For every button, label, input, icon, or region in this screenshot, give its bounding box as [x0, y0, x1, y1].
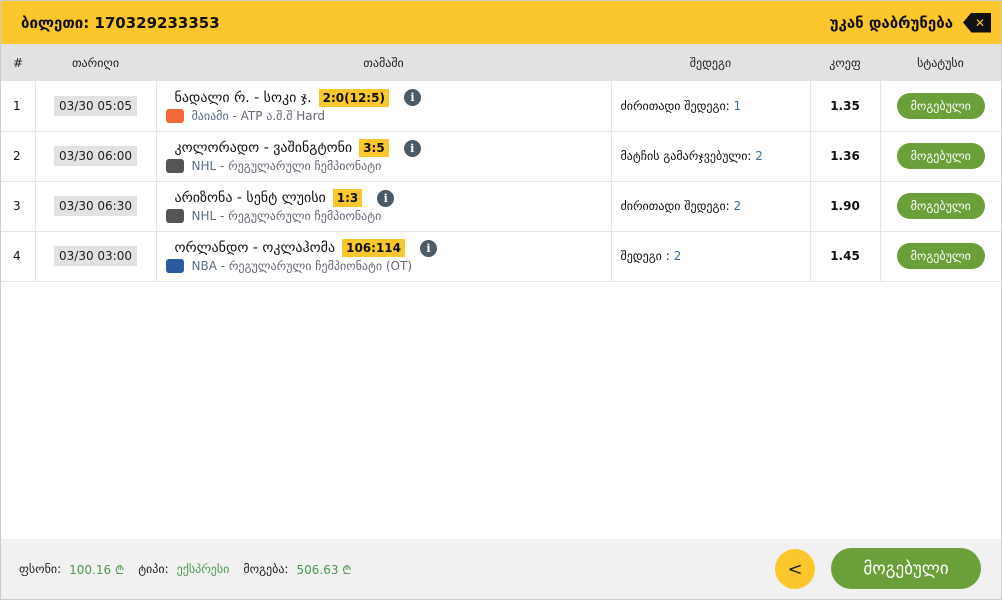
match-name: ნადალი რ. - სოკი ჯ. [174, 89, 312, 106]
info-icon[interactable]: i [403, 139, 421, 157]
outcome-label: შედეგი : [620, 249, 674, 263]
outcome-value: 2 [673, 249, 682, 263]
odds-value: 1.90 [810, 181, 881, 232]
stake-value: 100.16 ₾ [69, 562, 125, 577]
status-badge[interactable]: მოგებული [896, 243, 985, 269]
league-detail: - ATP ა.შ.შ Hard [228, 108, 325, 123]
backspace-close-icon: ✕ [963, 12, 991, 33]
league-detail: - რეგულარული ჩემპიონატი [216, 209, 382, 223]
league-logo-icon [165, 159, 184, 173]
row-number: 2 [1, 131, 36, 182]
league-name: მაიამი [191, 108, 229, 123]
type-label: ტიპი: [138, 562, 169, 576]
league-logo-icon [165, 209, 184, 223]
col-outcome: შედეგი [689, 55, 732, 70]
league-detail: - რეგულარული ჩემპიონატი [216, 159, 382, 173]
row-number: 3 [1, 181, 36, 232]
col-date: თარიღი [71, 55, 120, 70]
outcome-value: 1 [733, 98, 742, 113]
outcome-label: ძირითადი შედეგი: [620, 199, 734, 213]
back-label: უკან დაბრუნება [829, 13, 953, 32]
date-badge: 03/30 06:00 [54, 146, 137, 166]
odds-value: 1.35 [810, 81, 881, 132]
date-badge: 03/30 06:30 [54, 196, 137, 216]
table-row: 1 03/30 05:05 ნადალი რ. - სოკი ჯ. 2:0(12:… [1, 81, 1001, 132]
info-icon[interactable]: i [403, 89, 421, 107]
status-won-button[interactable]: მოგებული [831, 548, 981, 589]
outcome-value: 2 [733, 199, 742, 213]
date-badge: 03/30 05:05 [54, 95, 137, 116]
col-game: თამაში [363, 55, 404, 70]
bets-table: # თარიღი თამაში შედეგი კოეფ სტატუსი 1 03… [1, 44, 1001, 282]
match-name: ორლანდო - ოკლაჰომა [174, 240, 336, 256]
status-badge[interactable]: მოგებული [896, 143, 985, 169]
match-name: კოლორადო - ვაშინგტონი [174, 140, 353, 156]
row-number: 1 [1, 81, 36, 132]
outcome-label: ძირითადი შედეგი: [620, 98, 734, 113]
table-row: 3 03/30 06:30 არიზონა - სენტ ლუისი 1:3 i N… [1, 181, 1001, 232]
share-button[interactable]: < [775, 549, 815, 589]
info-icon[interactable]: i [420, 239, 437, 257]
score-badge: 2:0(12:5) [318, 88, 389, 107]
row-number: 4 [1, 231, 36, 282]
col-number: # [13, 55, 24, 70]
league-logo-icon [165, 259, 184, 273]
share-icon: < [787, 558, 803, 580]
ticket-number: ბილეთი: 170329233353 [21, 13, 220, 32]
match-name: არიზონა - სენტ ლუისი [174, 190, 326, 206]
table-row: 4 03/30 03:00 ორლანდო - ოკლაჰომა 106:114 i… [1, 231, 1001, 282]
type-value: ექსპრესი [176, 562, 230, 576]
score-badge: 1:3 [332, 189, 363, 207]
league-name: NBA [191, 259, 217, 273]
league-detail: - რეგულარული ჩემპიონატი (OT) [216, 259, 413, 273]
col-status: სტატუსი [917, 55, 964, 70]
win-value: 506.63 ₾ [296, 562, 352, 577]
top-bar: ბილეთი: 170329233353 უკან დაბრუნება ✕ [1, 1, 1001, 44]
league-logo-icon [165, 108, 184, 123]
col-odds: კოეფ [829, 55, 861, 70]
status-badge[interactable]: მოგებული [896, 193, 985, 219]
info-icon[interactable]: i [377, 189, 395, 207]
league-name: NHL [191, 209, 217, 223]
table-row: 2 03/30 06:00 კოლორადო - ვაშინგტონი 3:5 i … [1, 131, 1001, 182]
stake-label: ფსონი: [19, 562, 62, 576]
outcome-value: 2 [755, 149, 763, 163]
odds-value: 1.45 [810, 231, 881, 282]
footer: ფსონი: 100.16 ₾ ტიპი: ექსპრესი მოგება: 5… [1, 539, 1001, 599]
odds-value: 1.36 [810, 131, 881, 182]
date-badge: 03/30 03:00 [54, 246, 137, 266]
score-badge: 106:114 [342, 239, 405, 257]
league-name: NHL [191, 159, 217, 173]
score-badge: 3:5 [359, 139, 389, 157]
status-badge[interactable]: მოგებული [896, 92, 985, 119]
win-label: მოგება: [243, 562, 289, 576]
back-button[interactable]: უკან დაბრუნება ✕ [829, 12, 991, 33]
outcome-label: მატჩის გამარჯვებული: [620, 149, 756, 163]
